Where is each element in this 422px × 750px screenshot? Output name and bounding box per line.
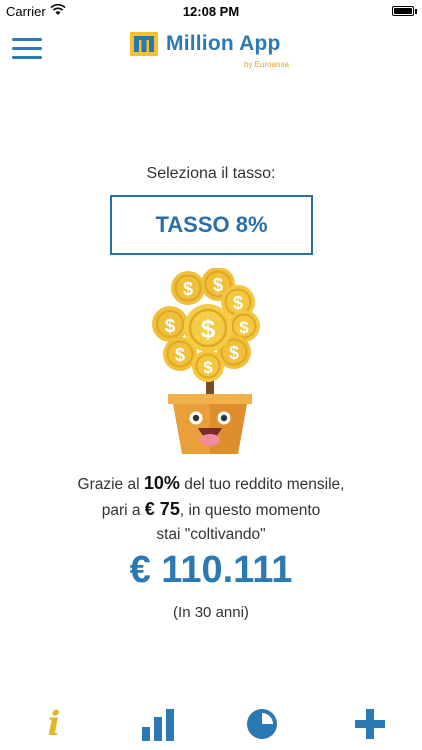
tab-bar: i (0, 700, 422, 748)
monthly-amount: € 75 (144, 499, 180, 519)
pie-chart-icon (247, 709, 277, 739)
svg-text:$: $ (201, 314, 216, 344)
svg-text:$: $ (203, 358, 213, 377)
menu-button[interactable] (12, 38, 42, 62)
svg-text:$: $ (213, 275, 223, 295)
info-icon: i (47, 704, 61, 744)
rate-selector-button[interactable]: TASSO 8% (110, 195, 313, 255)
select-rate-label: Seleziona il tasso: (146, 165, 276, 182)
svg-text:$: $ (175, 345, 185, 365)
clock: 12:08 PM (182, 4, 240, 19)
svg-text:$: $ (239, 318, 249, 337)
status-bar: Carrier 12:08 PM (0, 0, 422, 24)
tab-info[interactable]: i (34, 704, 74, 744)
bar-chart-icon (142, 709, 174, 741)
battery-icon (392, 6, 417, 16)
app-logo: Million App by Euroansa (130, 30, 300, 74)
money-tree-illustration: $ $ $ $ $ $ $ $ $ (152, 268, 260, 454)
income-percent: 10% (143, 473, 180, 493)
tab-statistics[interactable] (138, 704, 178, 744)
svg-text:$: $ (183, 279, 193, 299)
plus-icon (355, 709, 385, 739)
years-note: (In 30 anni) (173, 604, 249, 621)
total-amount: € 110.111 (129, 549, 293, 591)
svg-text:$: $ (165, 316, 176, 337)
nav-bar: Million App by Euroansa (0, 24, 422, 78)
logo-mark-icon (130, 32, 158, 56)
tab-add[interactable] (350, 704, 390, 744)
savings-description: Grazie al 10% del tuo reddito mensile, p… (77, 473, 345, 543)
hamburger-icon (12, 38, 42, 41)
svg-text:$: $ (233, 293, 243, 313)
tab-pie-chart[interactable] (242, 704, 282, 744)
app-subtitle: by Euroansa (244, 60, 289, 69)
svg-text:$: $ (229, 343, 239, 363)
app-title: Million App (166, 32, 281, 55)
